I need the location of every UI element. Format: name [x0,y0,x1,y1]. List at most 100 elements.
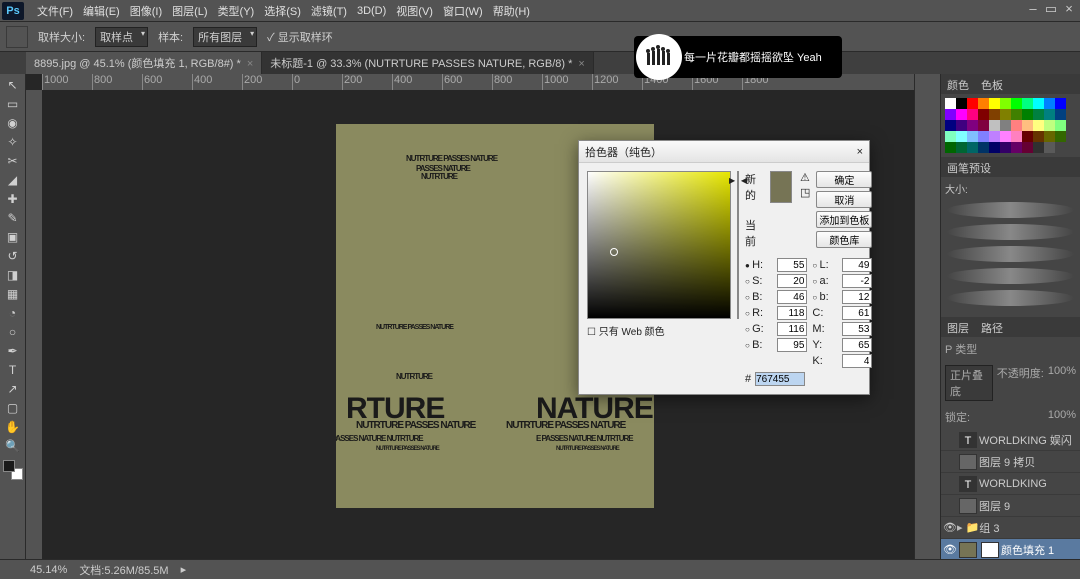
close-tab-icon[interactable]: × [247,58,253,70]
swatch[interactable] [1055,98,1066,109]
menu-layer[interactable]: 图层(L) [167,3,212,19]
dialog-close-icon[interactable]: × [857,146,863,158]
healing-tool[interactable]: ✚ [3,190,23,208]
swatch[interactable] [1011,142,1022,153]
bb-radio[interactable]: B: [745,339,772,351]
layer-name[interactable]: WORLDKING [979,478,1078,490]
layer-name[interactable]: WORLDKING 娱闪 [979,432,1078,448]
swatch[interactable] [1033,98,1044,109]
menu-type[interactable]: 类型(Y) [213,3,260,19]
pen-tool[interactable]: ✒ [3,342,23,360]
move-tool[interactable]: ↖ [3,76,23,94]
wand-tool[interactable]: ✧ [3,133,23,151]
swatch[interactable] [978,131,989,142]
a-radio[interactable]: a: [812,275,837,287]
swatch[interactable] [1022,109,1033,120]
swatch[interactable] [1011,109,1022,120]
color-picker-dialog[interactable]: 拾色器（纯色） × 只有 Web 颜色 新的 当前 [578,140,870,395]
swatch[interactable] [978,142,989,153]
l-input[interactable] [842,258,872,272]
hand-tool[interactable]: ✋ [3,418,23,436]
swatch[interactable] [989,109,1000,120]
zoom-level[interactable]: 45.14% [30,564,67,576]
swatch[interactable] [967,131,978,142]
swatch[interactable] [1000,120,1011,131]
swatch[interactable] [1055,131,1066,142]
swatch[interactable] [945,98,956,109]
menu-view[interactable]: 视图(V) [391,3,438,19]
swatch[interactable] [956,98,967,109]
swatch[interactable] [978,109,989,120]
swatch[interactable] [1011,131,1022,142]
show-ring-check[interactable]: 显示取样环 [267,29,333,45]
menu-edit[interactable]: 编辑(E) [78,3,125,19]
swatch[interactable] [956,120,967,131]
swatch[interactable] [1055,120,1066,131]
swatch[interactable] [1022,142,1033,153]
doc-size[interactable]: 文档:5.26M/85.5M [79,562,168,578]
b-input[interactable] [777,290,807,304]
swatch[interactable] [1033,142,1044,153]
swatch[interactable] [945,131,956,142]
swatch[interactable] [1000,98,1011,109]
warn-icon[interactable]: ⚠ [800,171,810,184]
panel-dock[interactable] [914,74,940,559]
swatch[interactable] [967,109,978,120]
marquee-tool[interactable]: ▭ [3,95,23,113]
notification-toast[interactable]: 每一片花瓣都摇摇欲坠 Yeah [634,36,842,78]
layer-row[interactable]: 图层 9 拷贝 [941,451,1080,473]
color-field[interactable] [587,171,731,319]
tab-paths[interactable]: 路径 [975,317,1009,337]
layer-row[interactable]: 👁▸ 📁组 3 [941,517,1080,539]
path-tool[interactable]: ↗ [3,380,23,398]
hex-input[interactable] [755,372,805,386]
tab-layers[interactable]: 图层 [941,317,975,337]
cube-icon[interactable]: ◳ [800,186,810,199]
sample-size-select[interactable]: 取样点 [95,27,148,47]
layer-row[interactable]: 👁颜色填充 1 [941,539,1080,559]
bb-input[interactable] [777,338,807,352]
swatch[interactable] [956,131,967,142]
swatch[interactable] [1044,120,1055,131]
doc-tab[interactable]: 未标题-1 @ 33.3% (NUTRTURE PASSES NATURE, R… [262,52,594,74]
history-tool[interactable]: ↺ [3,247,23,265]
color-marker[interactable] [610,248,618,256]
swatch[interactable] [989,98,1000,109]
shape-tool[interactable]: ▢ [3,399,23,417]
crop-tool[interactable]: ✂ [3,152,23,170]
tool-preset-icon[interactable] [6,26,28,48]
labb-radio[interactable]: b: [812,291,837,303]
swatch[interactable] [1033,131,1044,142]
swatch[interactable] [1044,109,1055,120]
h-input[interactable] [777,258,807,272]
stamp-tool[interactable]: ▣ [3,228,23,246]
menu-select[interactable]: 选择(S) [259,3,306,19]
r-radio[interactable]: R: [745,307,772,319]
menu-help[interactable]: 帮助(H) [488,3,535,19]
swatch[interactable] [956,142,967,153]
swatch[interactable] [978,120,989,131]
close-tab-icon[interactable]: × [578,58,584,70]
menu-image[interactable]: 图像(I) [125,3,167,19]
c-input[interactable] [842,306,872,320]
color-lib-button[interactable]: 颜色库 [816,231,872,248]
visibility-icon[interactable]: 👁 [943,543,957,556]
type-tool[interactable]: T [3,361,23,379]
ok-button[interactable]: 确定 [816,171,872,188]
blend-select[interactable]: 正片叠底 [945,365,993,401]
swatch[interactable] [1044,98,1055,109]
layer-row[interactable]: TWORLDKING 娱闪 [941,429,1080,451]
layer-row[interactable]: TWORLDKING [941,473,1080,495]
brush-tool[interactable]: ✎ [3,209,23,227]
l-radio[interactable]: L: [812,259,837,271]
dialog-title-bar[interactable]: 拾色器（纯色） × [579,141,869,163]
minimize-button[interactable]: – [1024,2,1042,18]
cancel-button[interactable]: 取消 [816,191,872,208]
y-input[interactable] [842,338,872,352]
maximize-button[interactable]: ▭ [1042,2,1060,18]
g-radio[interactable]: G: [745,323,772,335]
a-input[interactable] [842,274,872,288]
swatch[interactable] [1011,98,1022,109]
swatch[interactable] [1044,131,1055,142]
swatch[interactable] [1033,109,1044,120]
